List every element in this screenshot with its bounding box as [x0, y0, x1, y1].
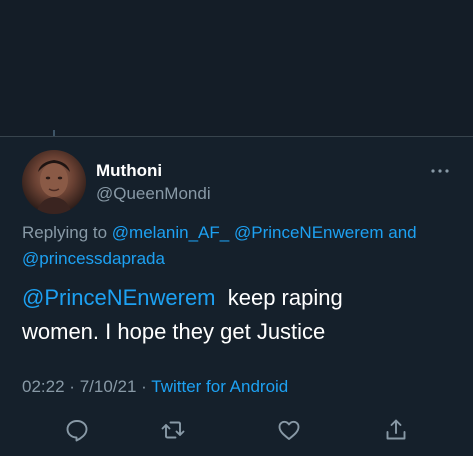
user-handle[interactable]: @QueenMondi [96, 184, 211, 204]
separator-dot: · [141, 377, 147, 396]
tweet-date[interactable]: 7/10/21 [80, 377, 137, 396]
tweet-text: keep raping [227, 285, 343, 310]
retweet-icon[interactable] [160, 417, 186, 443]
tweet-source-link[interactable]: Twitter for Android [151, 377, 288, 396]
tweet-actions-bar [0, 417, 473, 443]
mention-link[interactable]: @PrinceNEnwerem [234, 223, 384, 242]
share-icon[interactable] [383, 417, 409, 443]
tweet-text-line: women. I hope they get Justice [22, 319, 326, 344]
replying-to-line: @princessdaprada [22, 249, 165, 269]
display-name[interactable]: Muthoni [96, 161, 162, 181]
replying-and-label[interactable]: and [388, 223, 416, 242]
avatar-image [36, 160, 72, 214]
tweet-screen: Muthoni @QueenMondi Replying to @melanin… [0, 0, 473, 456]
tweet-time[interactable]: 02:22 [22, 377, 65, 396]
avatar[interactable] [22, 150, 86, 214]
mention-link[interactable]: @melanin_AF_ [112, 223, 229, 242]
tweet-text-line: @PrinceNEnwerem keep raping [22, 285, 343, 311]
previous-tweet-area [0, 0, 473, 136]
more-horizontal-icon[interactable] [430, 163, 450, 173]
heart-icon[interactable] [276, 417, 302, 443]
tweet-metadata: 02:22 · 7/10/21 · Twitter for Android [22, 377, 288, 397]
separator-dot: · [69, 377, 75, 396]
divider [0, 136, 473, 137]
replying-to-line: Replying to @melanin_AF_ @PrinceNEnwerem… [22, 223, 417, 243]
replying-to-label: Replying to [22, 223, 108, 242]
reply-icon[interactable] [64, 417, 90, 443]
tweet-mention-link[interactable]: @PrinceNEnwerem [22, 285, 216, 310]
mention-link[interactable]: @princessdaprada [22, 249, 165, 268]
